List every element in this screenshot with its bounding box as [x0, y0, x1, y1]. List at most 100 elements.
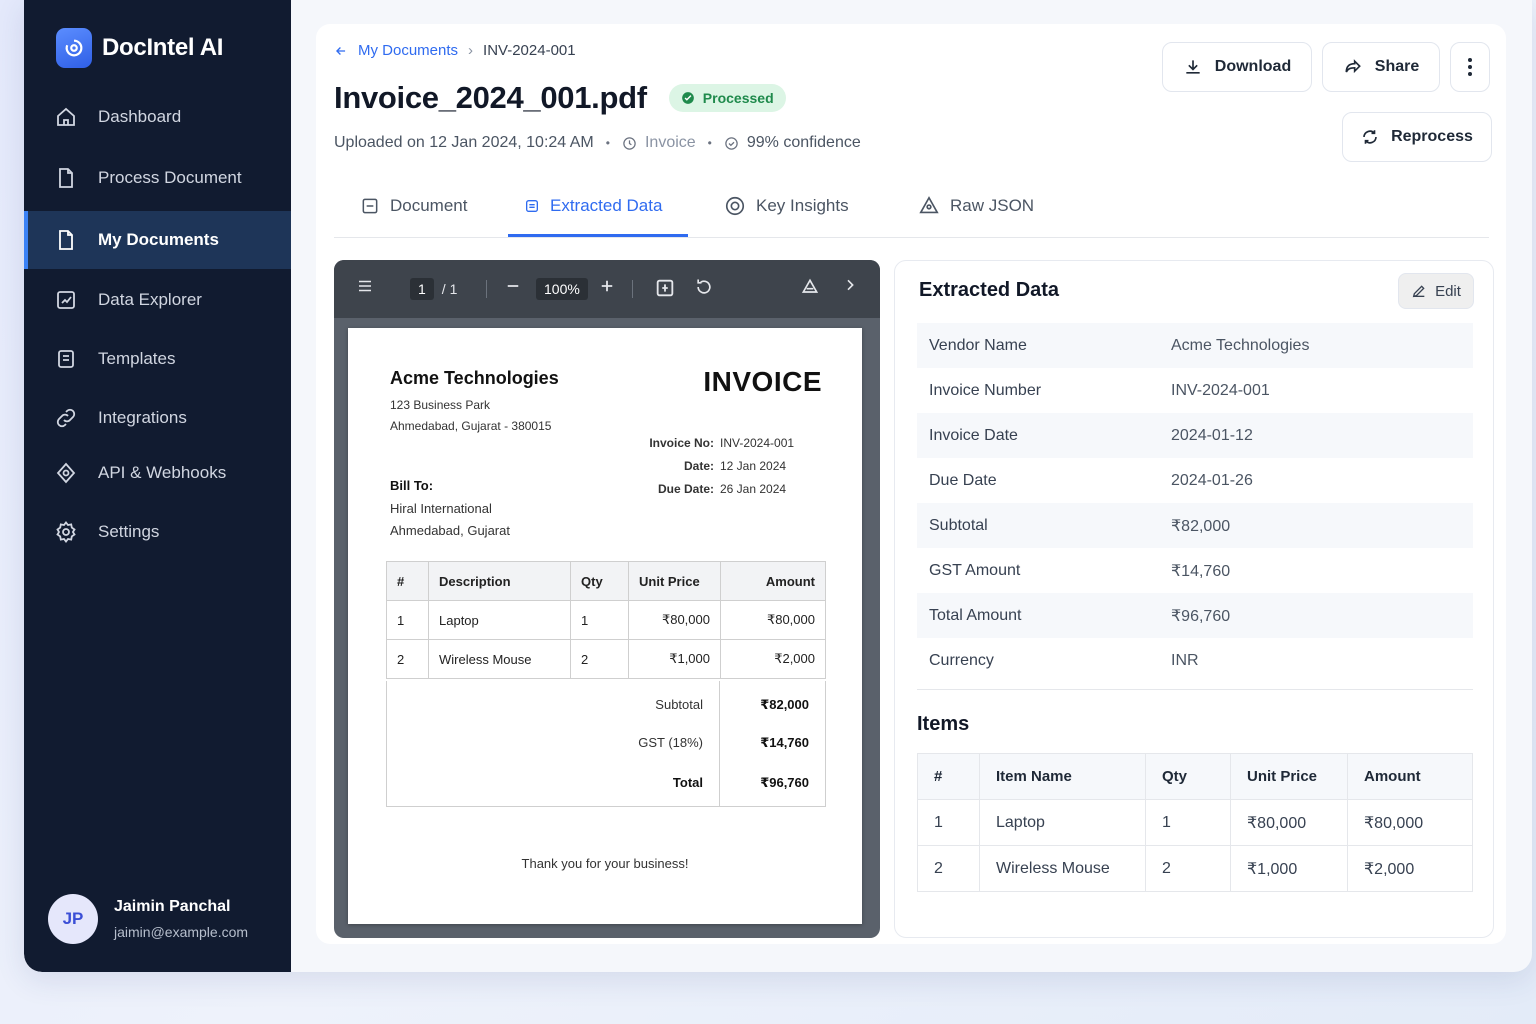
reprocess-button[interactable]: Reprocess: [1342, 112, 1492, 162]
share-icon: [1345, 59, 1361, 74]
status-badge: Processed: [668, 84, 786, 112]
invoice-heading: INVOICE: [703, 366, 822, 397]
app-window: DocIntel AI Dashboard Process Document M…: [24, 0, 1532, 972]
subtotal-label: Subtotal: [655, 697, 703, 712]
field-row-currency: Currency INR: [917, 638, 1473, 683]
gst-row: GST (18%) ₹14,760: [387, 735, 827, 755]
table-cell: 2: [570, 639, 629, 679]
sidebar-item-data-explorer[interactable]: Data Explorer: [24, 271, 291, 329]
zoom-in-icon[interactable]: [598, 277, 616, 295]
column-header: #: [917, 753, 980, 800]
field-value[interactable]: INV-2024-001: [1171, 382, 1270, 400]
sidebar-item-dashboard[interactable]: Dashboard: [24, 88, 291, 146]
upload-timestamp: Uploaded on 12 Jan 2024, 10:24 AM: [334, 134, 594, 151]
pencil-icon: [1412, 285, 1425, 298]
column-header: Unit Price: [628, 561, 721, 601]
bill-to-label: Bill To:: [390, 478, 434, 493]
main-content: My Documents › INV-2024-001 Invoice_2024…: [316, 24, 1506, 944]
annotate-icon[interactable]: [800, 277, 820, 297]
field-value[interactable]: ₹82,000: [1171, 516, 1230, 536]
column-header: Item Name: [979, 753, 1146, 800]
link-icon: [56, 408, 76, 428]
field-key: Due Date: [929, 471, 997, 489]
tab-extracted-data[interactable]: Extracted Data: [524, 174, 662, 238]
table-cell: 1: [386, 600, 429, 640]
tab-key-insights[interactable]: Key Insights: [724, 174, 849, 238]
items-title: Items: [917, 713, 970, 735]
page-number-input[interactable]: 1: [410, 278, 434, 300]
edit-button[interactable]: Edit: [1398, 273, 1474, 309]
extracted-fields: Vendor Name Acme Technologies Invoice Num…: [917, 323, 1473, 683]
tab-bar: Document Extracted Data Key Insights Raw…: [334, 174, 1489, 238]
tag-icon: [623, 136, 636, 150]
file-icon: [59, 168, 73, 188]
sidebar-item-api-webhooks[interactable]: API & Webhooks: [24, 444, 291, 502]
column-header: #: [386, 561, 429, 601]
field-value[interactable]: ₹96,760: [1171, 606, 1230, 626]
chart-icon: [57, 291, 75, 309]
column-header: Amount: [720, 561, 826, 601]
sidebar-item-integrations[interactable]: Integrations: [24, 389, 291, 447]
field-value[interactable]: 2024-01-12: [1171, 427, 1253, 445]
table-header-row: # Description Qty Unit Price Amount: [386, 561, 826, 601]
column-header: Amount: [1347, 753, 1473, 800]
field-row-vendor-name: Vendor Name Acme Technologies: [917, 323, 1473, 368]
download-button[interactable]: Download: [1162, 42, 1312, 92]
field-row-due-date: Due Date 2024-01-26: [917, 458, 1473, 503]
field-key: Total Amount: [929, 606, 1022, 624]
pdf-viewer: 1 / 1 100% Acme Technologies 123 Busines…: [334, 260, 880, 938]
confidence-icon: [725, 136, 738, 150]
table-cell: 2: [386, 639, 429, 679]
table-cell: ₹80,000: [720, 600, 826, 640]
user-email: jaimin@example.com: [114, 924, 249, 940]
field-value[interactable]: INR: [1171, 652, 1199, 670]
tab-raw-json[interactable]: Raw JSON: [918, 174, 1034, 238]
insight-icon: [725, 196, 745, 216]
field-row-invoice-date: Invoice Date 2024-01-12: [917, 413, 1473, 458]
sidebar-item-templates[interactable]: Templates: [24, 330, 291, 388]
check-circle-icon: [681, 92, 694, 104]
share-label: Share: [1374, 58, 1420, 75]
breadcrumb-parent-link[interactable]: My Documents: [358, 42, 458, 59]
zoom-level[interactable]: 100%: [536, 278, 588, 300]
tab-label: Document: [390, 196, 468, 215]
total-row: Total ₹96,760: [387, 775, 827, 795]
user-profile[interactable]: JP Jaimin Panchal jaimin@example.com: [48, 894, 248, 944]
bill-to-address: Ahmedabad, Gujarat: [390, 523, 510, 538]
gear-icon: [56, 521, 76, 543]
sidebar-item-process-document[interactable]: Process Document: [24, 149, 291, 207]
download-label: Download: [1214, 58, 1292, 75]
brand[interactable]: DocIntel AI: [56, 28, 223, 68]
field-value[interactable]: 2024-01-26: [1171, 472, 1253, 490]
bill-to-name: Hiral International: [390, 501, 492, 516]
invoice-company: Acme Technologies: [390, 368, 559, 388]
table-cell: 2: [917, 845, 980, 892]
share-button[interactable]: Share: [1322, 42, 1440, 92]
chevron-right-icon[interactable]: [842, 277, 858, 293]
page-title: Invoice_2024_001.pdf: [334, 80, 647, 115]
field-value[interactable]: ₹14,760: [1171, 561, 1230, 581]
field-value[interactable]: Acme Technologies: [1171, 337, 1309, 355]
table-cell: 1: [570, 600, 629, 640]
separator-dot: •: [605, 136, 610, 150]
invoice-meta-value: INV-2024-001: [720, 436, 795, 450]
invoice-address-line: Ahmedabad, Gujarat - 380015: [390, 419, 552, 433]
table-cell: 1: [1145, 799, 1231, 846]
sidebar-item-settings[interactable]: Settings: [24, 503, 291, 561]
sidebar-toggle-icon[interactable]: [356, 277, 374, 295]
table-cell: Laptop: [979, 799, 1146, 846]
invoice-address-line: 123 Business Park: [390, 398, 491, 412]
zoom-out-icon[interactable]: [504, 277, 522, 295]
field-key: Invoice Date: [929, 426, 1018, 444]
sidebar-item-my-documents[interactable]: My Documents: [24, 211, 291, 269]
confidence-score: 99% confidence: [746, 134, 861, 151]
arrow-left-icon[interactable]: [334, 44, 348, 58]
edit-label: Edit: [1435, 282, 1461, 300]
fit-page-icon[interactable]: [654, 277, 676, 299]
more-options-button[interactable]: [1450, 42, 1490, 92]
rotate-icon[interactable]: [694, 277, 714, 297]
invoice-meta-key: Due Date:: [657, 482, 714, 496]
invoice-page: Acme Technologies 123 Business Park Ahme…: [348, 328, 862, 924]
home-icon: [57, 107, 75, 126]
tab-document[interactable]: Document: [360, 174, 467, 238]
